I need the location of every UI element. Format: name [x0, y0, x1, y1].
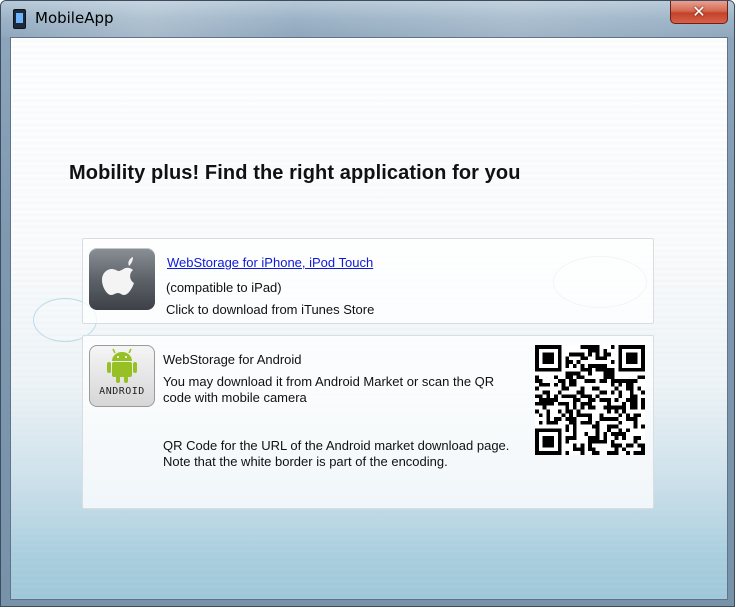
itunes-download-text: Click to download from iTunes Store: [166, 302, 375, 317]
page-title: Mobility plus! Find the right applicatio…: [69, 162, 521, 184]
android-logo-icon[interactable]: ANDROID: [89, 345, 155, 407]
qr-code-image: [535, 345, 645, 455]
ios-app-card[interactable]: WebStorage for iPhone, iPod Touch (compa…: [82, 238, 654, 324]
qr-note-line-2: Note that the white border is part of th…: [163, 454, 448, 469]
android-app-card: ANDROID WebStorage for Android You may d…: [82, 335, 654, 509]
android-app-title: WebStorage for Android: [163, 352, 302, 367]
ipad-compat-text: (compatible to iPad): [166, 280, 282, 295]
apple-logo-icon[interactable]: [89, 248, 155, 310]
android-desc-line-2: code with mobile camera: [163, 390, 307, 405]
window-title: MobileApp: [35, 9, 114, 27]
close-button[interactable]: ✕: [670, 1, 728, 24]
title-bar[interactable]: MobileApp ✕: [1, 1, 734, 37]
phone-icon: [13, 9, 26, 29]
android-logo-text: ANDROID: [99, 386, 145, 397]
iphone-download-link[interactable]: WebStorage for iPhone, iPod Touch: [167, 255, 373, 270]
qr-note-line-1: QR Code for the URL of the Android marke…: [163, 438, 510, 453]
app-window: MobileApp ✕ Mobility plus! Find the righ…: [0, 0, 735, 607]
client-area: Mobility plus! Find the right applicatio…: [10, 37, 728, 600]
android-desc-line-1: You may download it from Android Market …: [163, 374, 495, 389]
